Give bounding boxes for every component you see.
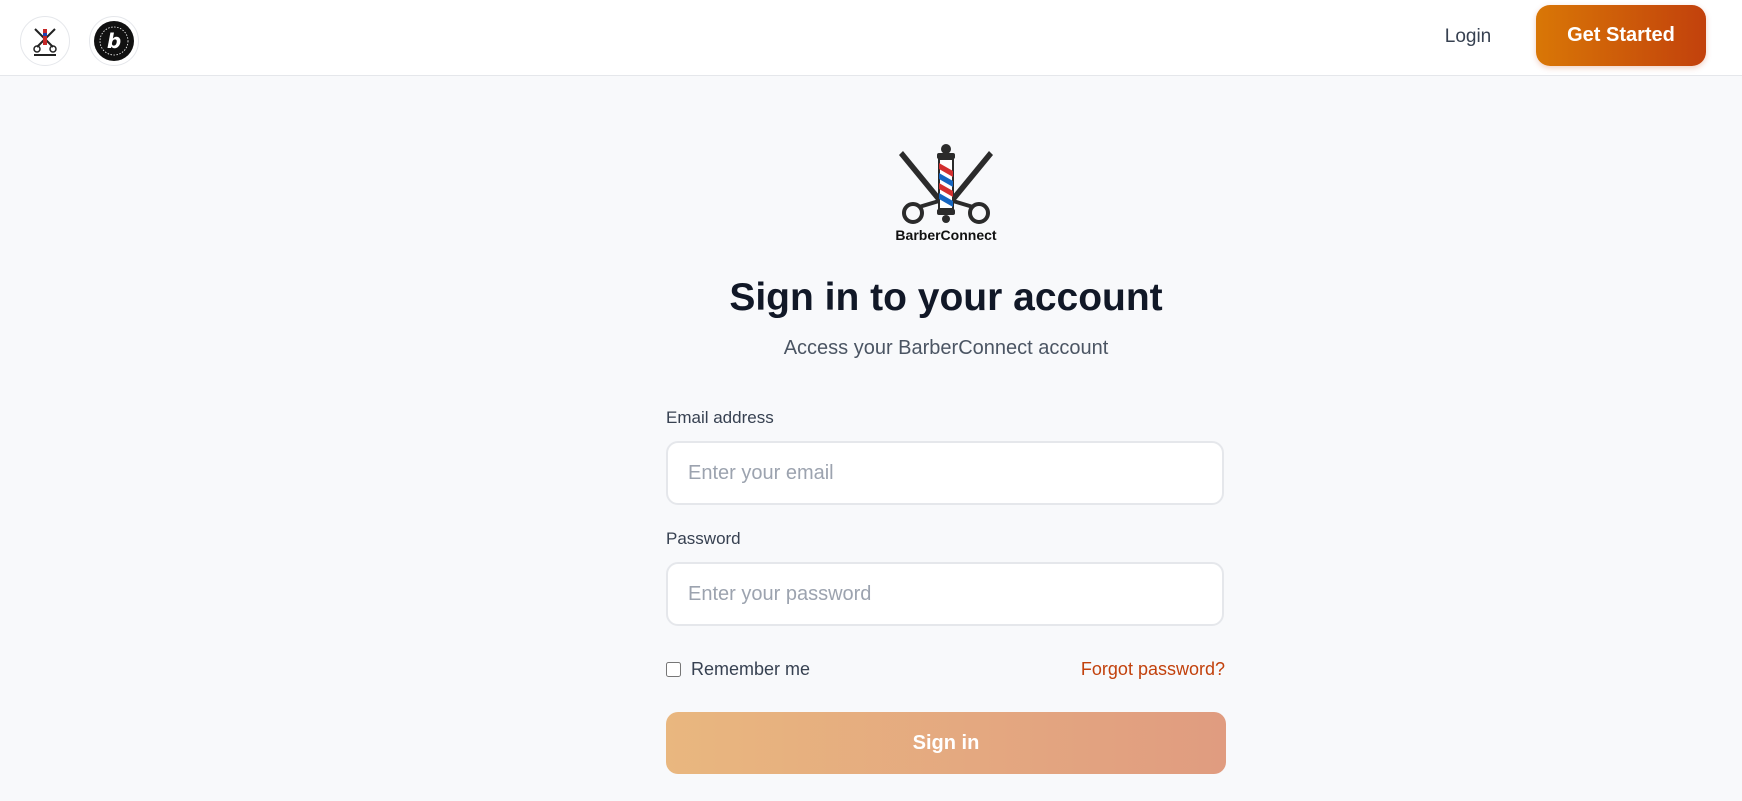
- b-badge-logo-icon[interactable]: b: [89, 16, 139, 66]
- remember-me-row: Remember me: [666, 659, 810, 680]
- get-started-button[interactable]: Get Started: [1536, 5, 1706, 66]
- login-link[interactable]: Login: [1420, 22, 1516, 52]
- barberconnect-logo-icon[interactable]: [20, 16, 70, 66]
- password-label: Password: [666, 529, 741, 548]
- top-nav-bar: b Login Get Started: [0, 0, 1742, 76]
- remember-me-label[interactable]: Remember me: [691, 659, 810, 680]
- sign-in-button[interactable]: Sign in: [666, 712, 1226, 774]
- email-label: Email address: [666, 408, 774, 427]
- page-title: Sign in to your account: [729, 276, 1163, 319]
- email-field[interactable]: [666, 441, 1224, 505]
- remember-me-checkbox[interactable]: [666, 662, 681, 677]
- page-subtitle: Access your BarberConnect account: [783, 337, 1109, 359]
- forgot-password-link[interactable]: Forgot password?: [1000, 659, 1225, 680]
- password-field[interactable]: [666, 562, 1224, 626]
- svg-text:b: b: [107, 29, 121, 53]
- barber-pole-scissors-icon: BarberConnect: [895, 144, 997, 243]
- barberconnect-brand-logo: BarberConnect: [895, 143, 997, 247]
- logo-wordmark: BarberConnect: [895, 227, 996, 243]
